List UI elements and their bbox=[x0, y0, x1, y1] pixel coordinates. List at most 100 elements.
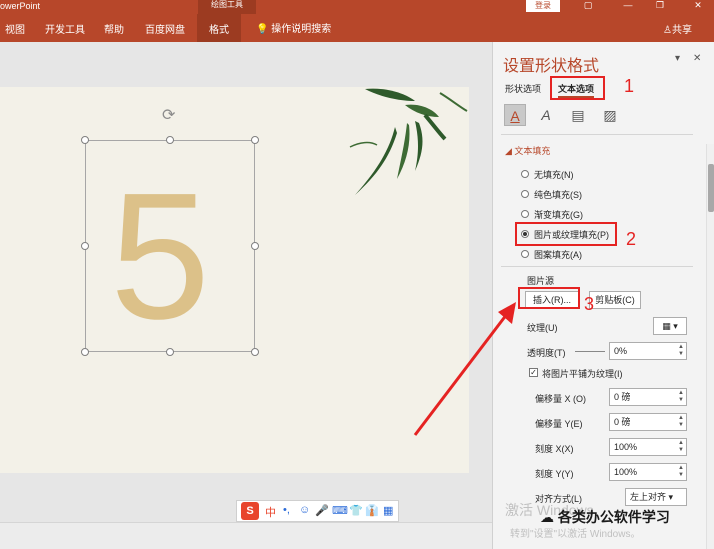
tab-baidu-netdisk[interactable]: 百度网盘 bbox=[145, 21, 185, 36]
slide-work-area: ⟳ 5 bbox=[0, 42, 492, 549]
annotation-box-1 bbox=[550, 76, 605, 100]
alignment-value: 左上对齐 bbox=[630, 492, 667, 502]
spinner-arrows-icon[interactable]: ▲ ▼ bbox=[678, 465, 684, 479]
rotate-handle-icon[interactable]: ⟳ bbox=[162, 105, 175, 125]
resize-handle[interactable] bbox=[251, 242, 259, 250]
wechat-icon: ☁ bbox=[540, 509, 554, 525]
ribbon-tabs: 视图 开发工具 帮助 百度网盘 格式 💡 操作说明搜索 ♙共享 bbox=[0, 14, 714, 42]
textured-digit: 5 bbox=[110, 156, 211, 357]
login-button[interactable]: 登录 bbox=[526, 0, 560, 12]
annotation-number-2: 2 bbox=[626, 229, 637, 249]
scale-y-input[interactable]: 100% ▲ ▼ bbox=[609, 463, 687, 481]
offset-x-input[interactable]: 0 磅 ▲ ▼ bbox=[609, 388, 687, 406]
resize-handle[interactable] bbox=[81, 348, 89, 356]
transparency-label: 透明度(T) bbox=[527, 348, 566, 358]
app-name: owerPoint bbox=[0, 1, 41, 11]
label-pattern-fill: 图案填充(A) bbox=[534, 250, 582, 260]
resize-handle[interactable] bbox=[81, 136, 89, 144]
texture-picker-button[interactable]: ▦ ▾ bbox=[653, 317, 687, 335]
resize-handle[interactable] bbox=[166, 136, 174, 144]
divider bbox=[501, 266, 693, 267]
person-icon: ♙ bbox=[663, 25, 672, 36]
spinner-arrows-icon[interactable]: ▲ ▼ bbox=[678, 344, 684, 358]
scroll-thumb[interactable] bbox=[708, 164, 714, 212]
texture-label: 纹理(U) bbox=[527, 323, 558, 333]
close-pane-icon[interactable]: ✕ bbox=[693, 53, 701, 64]
annotation-arrow bbox=[413, 302, 516, 436]
offset-y-input[interactable]: 0 磅 ▲ ▼ bbox=[609, 413, 687, 431]
scale-y-value: 100% bbox=[614, 467, 638, 477]
scale-y-label: 刻度 Y(Y) bbox=[535, 469, 574, 479]
text-effects-icon[interactable]: A bbox=[535, 104, 557, 126]
label-no-fill: 无填充(N) bbox=[534, 170, 574, 180]
tab-developer[interactable]: 开发工具 bbox=[45, 21, 85, 36]
section-text-fill[interactable]: ◢ 文本填充 bbox=[505, 144, 550, 157]
activate-windows-hint: 转到"设置"以激活 Windows。 bbox=[510, 529, 641, 540]
share-button[interactable]: ♙共享 bbox=[663, 21, 692, 36]
resize-handle[interactable] bbox=[251, 348, 259, 356]
share-label: 共享 bbox=[671, 25, 692, 36]
offset-x-label: 偏移量 X (O) bbox=[535, 394, 586, 404]
clothes-icon[interactable]: 👔 bbox=[365, 504, 379, 517]
spinner-arrows-icon[interactable]: ▲ ▼ bbox=[678, 390, 684, 404]
offset-y-label: 偏移量 Y(E) bbox=[535, 419, 583, 429]
scale-x-value: 100% bbox=[614, 442, 638, 452]
tab-format[interactable]: 格式 bbox=[197, 14, 241, 42]
radio-pattern-fill[interactable] bbox=[521, 250, 529, 258]
voice-icon[interactable]: 🎤 bbox=[315, 504, 329, 517]
radio-gradient-fill[interactable] bbox=[521, 210, 529, 218]
annotation-box-3 bbox=[518, 287, 580, 309]
pane-title: 设置形状格式 bbox=[503, 58, 600, 75]
title-bar: owerPoint 绘图工具 登录 ▢ — ❐ ✕ bbox=[0, 0, 714, 14]
tab-help[interactable]: 帮助 bbox=[104, 21, 124, 36]
text-fill-outline-icon[interactable]: A bbox=[504, 104, 526, 126]
emoji-icon[interactable]: ☺ bbox=[299, 504, 310, 516]
spinner-arrows-icon[interactable]: ▲ ▼ bbox=[678, 440, 684, 454]
annotation-number-1: 1 bbox=[624, 76, 635, 96]
keyboard-icon[interactable]: ⌨ bbox=[332, 504, 348, 517]
skin-icon[interactable]: 👕 bbox=[349, 504, 363, 517]
slide-canvas[interactable]: ⟳ 5 bbox=[0, 87, 469, 473]
divider bbox=[501, 134, 693, 135]
tab-shape-options[interactable]: 形状选项 bbox=[505, 82, 541, 95]
context-tab-label: 绘图工具 bbox=[198, 0, 256, 14]
minimize-icon[interactable]: — bbox=[620, 0, 636, 12]
notes-strip bbox=[0, 522, 492, 549]
section-text-fill-label: 文本填充 bbox=[514, 146, 551, 156]
chinese-mode-icon[interactable]: 中 bbox=[265, 504, 276, 520]
spinner-arrows-icon[interactable]: ▲ ▼ bbox=[678, 415, 684, 429]
ribbon-display-options-icon[interactable]: ▢ bbox=[580, 0, 596, 12]
toolbox-icon[interactable]: ▦ bbox=[383, 504, 393, 517]
tile-checkbox[interactable]: ✓ bbox=[529, 368, 538, 377]
punctuation-icon[interactable]: •, bbox=[283, 504, 290, 516]
picture-icon[interactable]: ▨ bbox=[599, 104, 621, 126]
offset-x-value: 0 磅 bbox=[614, 392, 631, 402]
tell-me-label: 操作说明搜索 bbox=[271, 24, 332, 35]
ime-toolbar: S 中 •, ☺ 🎤 ⌨ 👕 👔 ▦ bbox=[236, 500, 399, 522]
offset-y-value: 0 磅 bbox=[614, 417, 631, 427]
pane-scrollbar[interactable] bbox=[706, 144, 714, 549]
chevron-down-icon[interactable]: ▾ bbox=[675, 53, 680, 64]
clipboard-button[interactable]: 剪贴板(C) bbox=[589, 291, 641, 309]
alignment-select[interactable]: 左上对齐 ▾ bbox=[625, 488, 687, 506]
transparency-slider[interactable] bbox=[575, 351, 605, 352]
radio-no-fill[interactable] bbox=[521, 170, 529, 178]
tab-view[interactable]: 视图 bbox=[5, 21, 25, 36]
label-gradient-fill: 渐变填充(G) bbox=[534, 210, 583, 220]
resize-handle[interactable] bbox=[81, 242, 89, 250]
bamboo-leaves-image bbox=[349, 88, 468, 195]
transparency-input[interactable]: 0% ▲ ▼ bbox=[609, 342, 687, 360]
wechat-watermark-label: 各类办公软件学习 bbox=[557, 509, 670, 525]
scale-x-input[interactable]: 100% ▲ ▼ bbox=[609, 438, 687, 456]
label-solid-fill: 纯色填充(S) bbox=[534, 190, 582, 200]
sogou-logo-icon[interactable]: S bbox=[241, 502, 259, 520]
restore-icon[interactable]: ❐ bbox=[652, 0, 668, 12]
annotation-number-3: 3 bbox=[584, 294, 595, 314]
picture-source-label: 图片源 bbox=[527, 276, 555, 286]
tell-me-search[interactable]: 💡 操作说明搜索 bbox=[256, 20, 331, 35]
close-window-icon[interactable]: ✕ bbox=[690, 0, 706, 12]
textbox-icon[interactable]: ▤ bbox=[567, 104, 589, 126]
radio-solid-fill[interactable] bbox=[521, 190, 529, 198]
tile-label: 将图片平铺为纹理(I) bbox=[542, 369, 623, 379]
resize-handle[interactable] bbox=[251, 136, 259, 144]
